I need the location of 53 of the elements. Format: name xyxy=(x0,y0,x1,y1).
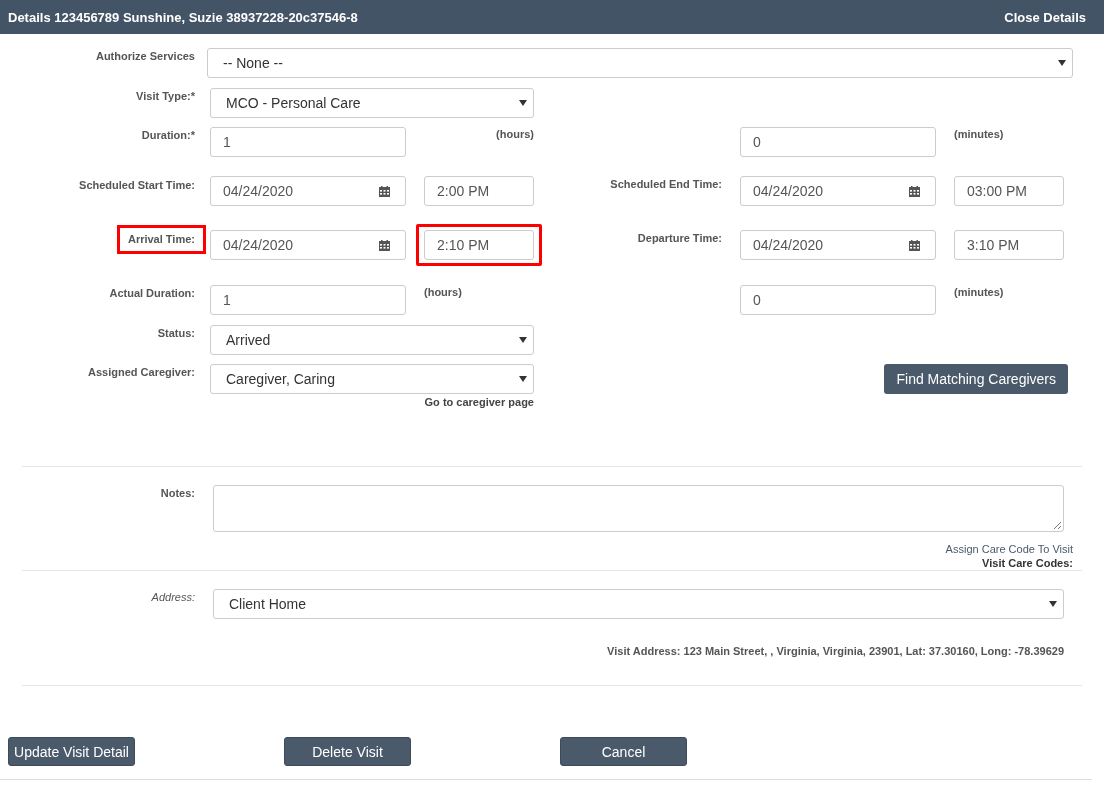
calendar-icon[interactable] xyxy=(379,239,390,251)
visit-address-text: Visit Address: 123 Main Street, , Virginia, Virginia, 23901, Lat: 37.30160, Long: -78.39629 xyxy=(607,645,1064,657)
hours-field[interactable]: 1 xyxy=(210,285,406,315)
care-codes-label: Visit Care Codes: xyxy=(982,557,1073,569)
caret-icon xyxy=(1058,60,1066,66)
caret-icon xyxy=(519,337,527,343)
field-label: Status: xyxy=(157,327,195,340)
close-details-link[interactable]: Close Details xyxy=(1004,9,1086,25)
field-label: Address: xyxy=(151,591,195,604)
time-field[interactable]: 2:10 PM xyxy=(424,230,534,260)
assign-care-code-link[interactable]: Assign Care Code To Visit xyxy=(945,543,1073,555)
minutes-field[interactable]: 0 xyxy=(740,285,936,315)
caret-icon xyxy=(519,100,527,106)
details-title: Details 123456789 Sunshine, Suzie 38937228-20c37546-8 xyxy=(8,9,358,25)
date-field[interactable]: 04/24/2020 xyxy=(210,230,406,260)
field-label: Arrival Time: xyxy=(116,225,206,254)
field-label: Departure Time: xyxy=(637,232,722,245)
date-field[interactable]: 04/24/2020 xyxy=(740,176,936,206)
field-label: Actual Duration: xyxy=(109,287,195,300)
calendar-icon[interactable] xyxy=(909,239,920,251)
caregiver-page-link[interactable]: Go to caregiver page xyxy=(424,396,534,408)
unit-label: (minutes) xyxy=(954,286,1005,298)
date-field[interactable]: 04/24/2020 xyxy=(740,230,936,260)
dropdown-select[interactable]: MCO - Personal Care xyxy=(210,88,534,118)
caret-icon xyxy=(519,376,527,382)
resize-grip-icon[interactable] xyxy=(1053,521,1061,529)
cancel-button[interactable]: Cancel xyxy=(560,737,687,766)
field-label: Visit Type:* xyxy=(136,90,195,103)
update-visit-button[interactable]: Update Visit Detail xyxy=(8,737,135,766)
field-label: Scheduled End Time: xyxy=(610,178,722,191)
time-field[interactable]: 2:00 PM xyxy=(424,176,534,206)
field-label: Authorize Services xyxy=(95,50,195,63)
authorize-services-select[interactable]: -- None -- xyxy=(207,48,1073,78)
date-field[interactable]: 04/24/2020 xyxy=(210,176,406,206)
dropdown-select[interactable]: Arrived xyxy=(210,325,534,355)
unit-label: (minutes) xyxy=(954,128,1005,140)
delete-visit-button[interactable]: Delete Visit xyxy=(284,737,411,766)
address-select[interactable]: Client Home xyxy=(213,589,1064,619)
hours-field[interactable]: 1 xyxy=(210,127,406,157)
caregiver-select[interactable]: Caregiver, Caring xyxy=(210,364,534,394)
field-label: Scheduled Start Time: xyxy=(78,178,196,193)
field-label: Duration:* xyxy=(141,129,195,142)
unit-label: (hours) xyxy=(496,128,534,140)
find-caregivers-button[interactable]: Find Matching Caregivers xyxy=(884,364,1068,394)
time-field[interactable]: 03:00 PM xyxy=(954,176,1064,206)
minutes-field[interactable]: 0 xyxy=(740,127,936,157)
calendar-icon[interactable] xyxy=(379,185,390,197)
calendar-icon[interactable] xyxy=(909,185,920,197)
field-label: Assigned Caregiver: xyxy=(88,366,195,379)
time-field[interactable]: 3:10 PM xyxy=(954,230,1064,260)
caret-icon xyxy=(1049,601,1057,607)
unit-label: (hours) xyxy=(424,286,463,298)
field-label: Notes: xyxy=(160,487,195,500)
